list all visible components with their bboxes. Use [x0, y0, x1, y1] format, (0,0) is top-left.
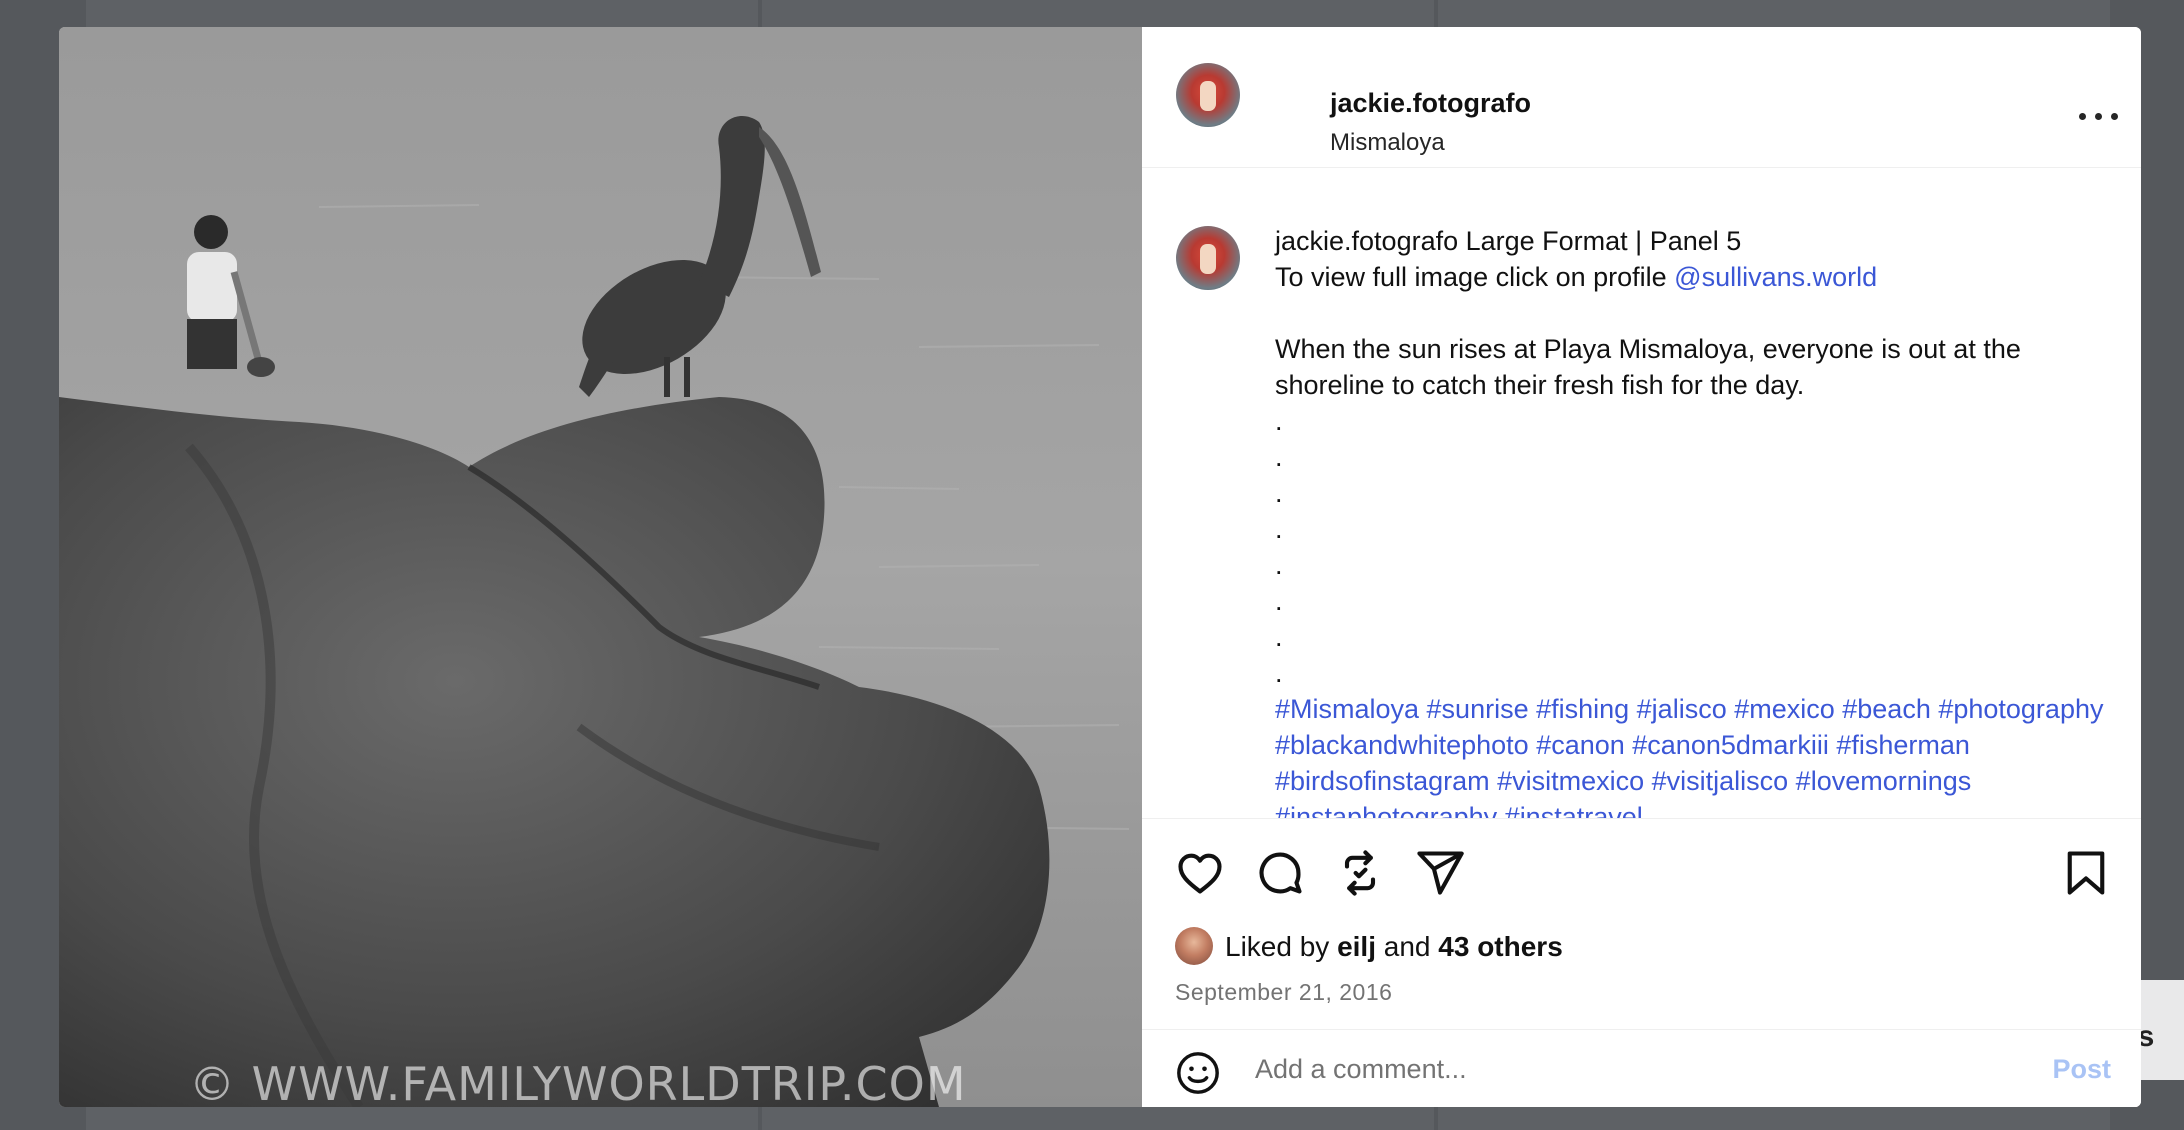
liker-avatar[interactable] [1175, 927, 1213, 965]
post-actions: Liked by eilj and 43 others September 21… [1142, 818, 2141, 1029]
caption-author-avatar[interactable] [1176, 226, 1240, 290]
post-location[interactable]: Mismaloya [1330, 129, 1445, 157]
comment-bar: Post [1142, 1029, 2141, 1107]
repost-icon[interactable] [1334, 847, 1386, 899]
avatar-figure [1200, 244, 1216, 274]
avatar-figure [1200, 81, 1216, 111]
photo-illustration [59, 27, 1142, 1107]
dot [2079, 113, 2086, 120]
author-username[interactable]: jackie.fotografo [1330, 88, 1531, 119]
post-side-panel: jackie.fotografo Mismaloya jackie.fotogr… [1142, 27, 2141, 1107]
post-comment-button[interactable]: Post [2052, 1054, 2111, 1085]
share-icon[interactable] [1414, 847, 1466, 899]
liked-by-mid: and [1376, 931, 1439, 962]
caption-dots: . . . . . . . . [1275, 406, 1283, 688]
comment-input[interactable] [1253, 1048, 2017, 1090]
caption-body: When the sun rises at Playa Mismaloya, e… [1275, 334, 2029, 400]
likes-text: Liked by eilj and 43 others [1225, 931, 1563, 963]
caption-text: jackie.fotografo Large Format | Panel 5 … [1275, 223, 2105, 818]
dot [2111, 113, 2118, 120]
post-header: jackie.fotografo Mismaloya [1142, 27, 2141, 168]
caption-area: jackie.fotografo Large Format | Panel 5 … [1142, 168, 2141, 818]
more-options-icon[interactable] [2079, 113, 2119, 123]
comment-icon[interactable] [1254, 847, 1306, 899]
emoji-icon[interactable] [1175, 1050, 1221, 1096]
dot [2095, 113, 2102, 120]
bookmark-icon[interactable] [2060, 847, 2112, 899]
heart-icon[interactable] [1174, 847, 1226, 899]
caption-username[interactable]: jackie.fotografo [1275, 226, 1458, 256]
post-date[interactable]: September 21, 2016 [1175, 979, 1392, 1006]
liked-by-others[interactable]: 43 others [1438, 931, 1563, 962]
mention-link[interactable]: @sullivans.world [1674, 262, 1877, 292]
post-modal: © WWW.FAMILYWORLDTRIP.COM jackie.fotogra… [59, 27, 2141, 1107]
photo-watermark: © WWW.FAMILYWORLDTRIP.COM [189, 1057, 967, 1107]
liked-by-user[interactable]: eilj [1337, 931, 1376, 962]
caption-line2: To view full image click on profile [1275, 262, 1675, 292]
caption-title: Large Format | Panel 5 [1458, 226, 1742, 256]
post-photo[interactable]: © WWW.FAMILYWORLDTRIP.COM [59, 27, 1142, 1107]
caption-hashtags[interactable]: #Mismaloya #sunrise #fishing #jalisco #m… [1275, 694, 2111, 818]
author-avatar[interactable] [1176, 63, 1240, 127]
liked-by-prefix: Liked by [1225, 931, 1338, 962]
